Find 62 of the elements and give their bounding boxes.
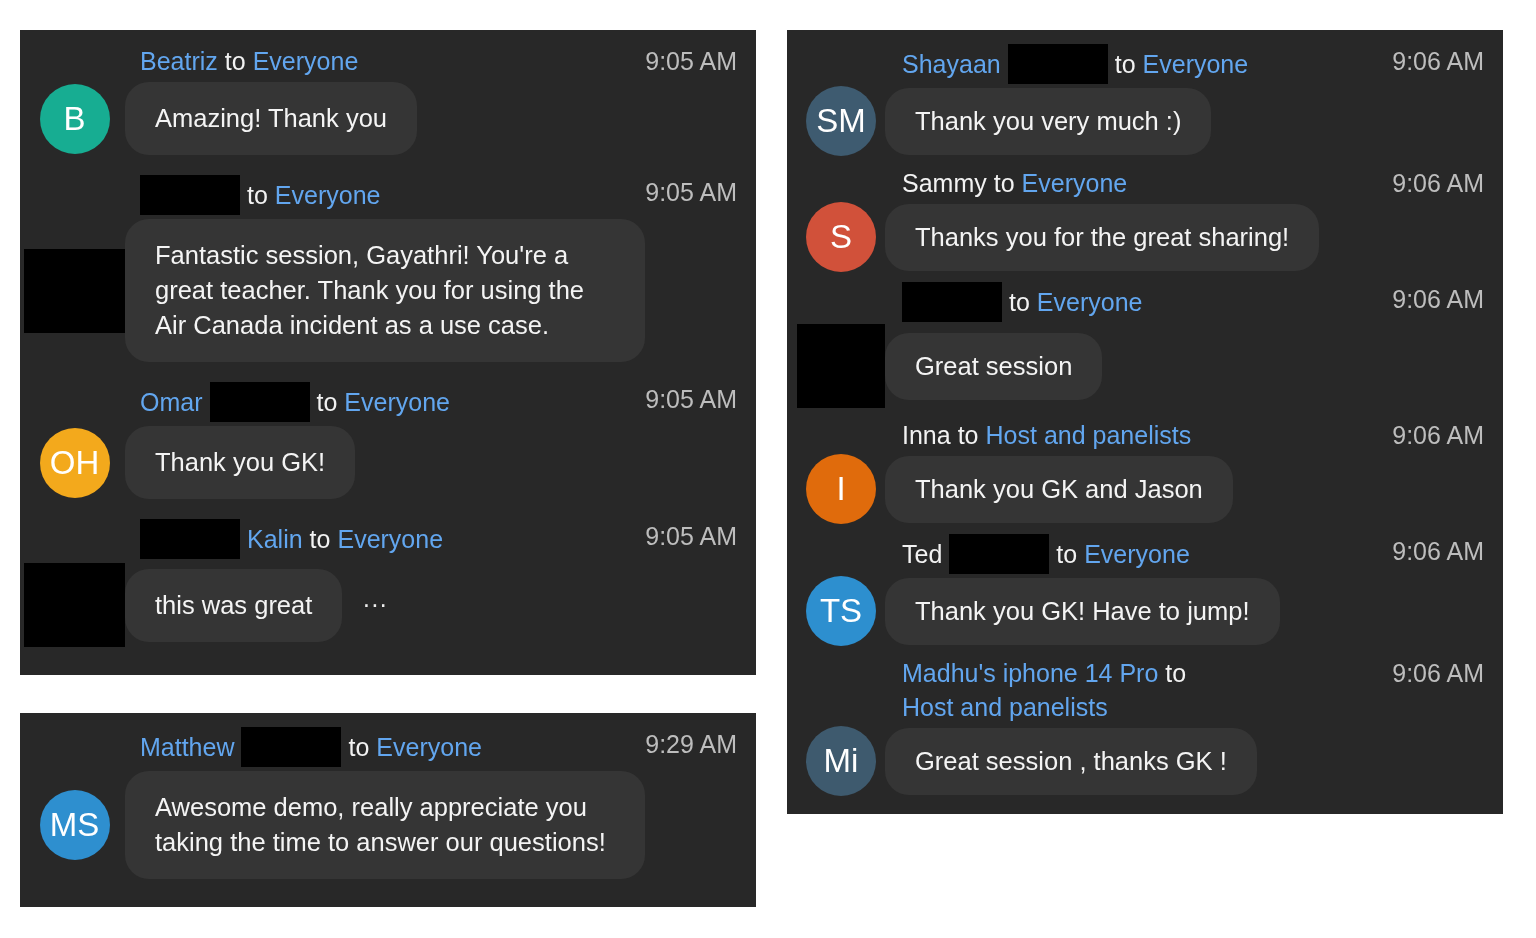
avatar: Mi [806,726,876,796]
recipient-name: Everyone [252,46,359,77]
sender-name: Inna [902,420,951,451]
avatar: S [806,202,876,272]
sender-name: Omar [140,387,203,418]
message-time: 9:05 AM [645,46,737,77]
to-label: to [316,387,338,418]
message-bubble: this was great [125,568,343,642]
message-bubble: Thanks you for the great sharing! [885,203,1320,271]
to-label: to [224,46,246,77]
to-label: to [247,180,268,211]
message-time: 9:06 AM [1392,420,1484,451]
message-time: 9:05 AM [645,177,737,208]
message-bubble: Fantastic session, Gayathri! You're a great teacher. Thank you for using the Air Canada incident as a use case. [125,219,645,362]
to-label: to [1165,658,1187,689]
message-bubble: Thank you GK! Have to jump! [885,577,1280,645]
message-bubble: Great session , thanks GK ! [885,727,1257,795]
to-label: to [1114,49,1136,80]
message-time: 9:29 AM [645,729,737,760]
to-label: to [957,420,979,451]
sender-name: Matthew [140,732,235,763]
avatar: I [806,454,876,524]
avatar: SM [806,86,876,156]
sender-name: Shayaan [902,49,1001,80]
sender-name: Kalin [247,524,303,555]
recipient-name: Everyone [1084,539,1190,570]
message-bubble: Great session [885,332,1103,400]
to-label: to [993,168,1015,199]
recipient-name: Everyone [1021,168,1128,199]
recipient-name: Everyone [344,387,450,418]
message-time: 9:05 AM [645,384,737,415]
message-bubble: Thank you GK! [125,426,356,499]
message-bubble: Thank you GK and Jason [885,455,1233,523]
message-bubble: Awesome demo, really appreciate you taking the time to answer our questions! [125,771,645,879]
message-time: 9:06 AM [1392,284,1484,315]
recipient-name: Host and panelists [902,692,1108,723]
recipient-name: Everyone [1142,49,1249,80]
message-time: 9:06 AM [1392,536,1484,567]
sender-name: Madhu's iphone 14 Pro [902,658,1159,689]
avatar: B [39,83,110,154]
avatar: OH [39,427,110,498]
message-bubble: Amazing! Thank you [125,82,417,155]
message-bubble: Thank you very much :) [885,87,1212,155]
to-label: to [309,524,331,555]
message-time: 9:06 AM [1392,46,1484,77]
message-time: 9:05 AM [645,521,737,552]
avatar: TS [806,576,876,646]
avatar: MS [39,790,110,860]
recipient-name: Everyone [274,180,381,211]
recipient-name: Everyone [1036,287,1143,318]
message-time: 9:06 AM [1392,658,1484,689]
sender-name: Ted [902,539,943,570]
more-options[interactable]: ··· [362,586,388,624]
to-label: to [1056,539,1078,570]
sender-name: Beatriz [140,46,218,77]
recipient-name: Everyone [376,732,482,763]
recipient-name: Everyone [337,524,444,555]
to-label: to [1009,287,1030,318]
sender-name: Sammy [902,168,987,199]
message-time: 9:06 AM [1392,168,1484,199]
to-label: to [348,732,370,763]
recipient-name: Host and panelists [985,420,1192,451]
